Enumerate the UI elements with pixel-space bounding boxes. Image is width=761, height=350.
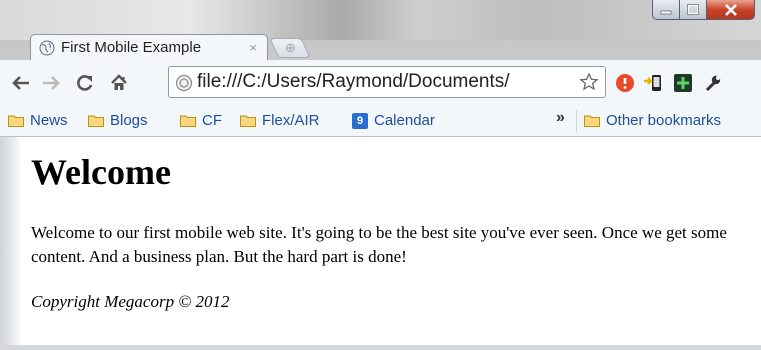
window-left-edge [0,137,20,347]
settings-wrench-button[interactable] [702,72,724,94]
toolbar: file:///C:/Users/Raymond/Documents/ [0,60,761,106]
forward-arrow-icon [43,76,60,90]
tab-close-icon[interactable]: × [249,40,257,55]
globe-icon [39,40,55,55]
browser-window: First Mobile Example × ⊕ file:///C:/User… [0,0,761,350]
minimize-button[interactable] [652,0,680,20]
bookmarks-overflow-chevron[interactable]: » [556,109,565,127]
bookmark-label: Blogs [110,112,148,129]
folder-icon [240,115,256,127]
page-content: Welcome Welcome to our first mobile web … [20,137,761,347]
folder-icon [88,115,104,127]
red-circle-icon [616,74,634,92]
close-window-button[interactable] [707,0,755,20]
bookmark-flex-air[interactable]: Flex/AIR [240,112,320,129]
new-tab-button[interactable]: ⊕ [269,38,311,58]
page-icon [175,74,193,92]
minimize-icon [660,10,672,14]
reload-button[interactable] [74,72,96,94]
forward-button[interactable] [40,72,62,94]
page-heading: Welcome [31,152,171,192]
tab-first-mobile-example[interactable]: First Mobile Example × [30,34,268,60]
home-button[interactable] [108,72,130,94]
tab-title: First Mobile Example [61,39,202,56]
copyright-text: Copyright Megacorp © 2012 [31,292,230,311]
bookmark-label: CF [202,112,222,129]
window-controls [652,0,755,22]
bookmark-news[interactable]: News [8,112,68,129]
bookmark-label: Other bookmarks [606,112,722,129]
close-icon [724,3,737,16]
extension-phone-button[interactable] [642,72,664,94]
back-button[interactable] [10,72,32,94]
maximize-button[interactable] [680,0,707,20]
maximize-icon [687,4,699,15]
back-arrow-icon [12,76,29,90]
bookmark-label: Calendar [374,112,435,129]
extension-red-button[interactable] [614,72,636,94]
page-body-text: Welcome to our first mobile web site. It… [31,223,727,266]
calendar-icon: 9 [352,112,368,129]
bookmark-label: Flex/AIR [262,112,320,129]
bookmark-label: News [30,112,68,129]
plus-icon: ⊕ [284,40,296,55]
bookmark-blogs[interactable]: Blogs [88,112,148,129]
bookmark-cf[interactable]: CF [180,112,222,129]
url-text: file:///C:/Users/Raymond/Documents/ [197,71,510,92]
bookmark-other[interactable]: Other bookmarks [584,112,721,129]
bookmarks-bar: News Blogs CF Flex/AIR 9 Calendar » Othe… [0,106,761,137]
bookmark-calendar[interactable]: 9 Calendar [352,112,435,129]
mobile-phone-icon [644,75,661,91]
tab-strip: First Mobile Example × ⊕ [0,20,761,60]
green-plus-icon [674,74,692,92]
reload-icon [77,75,93,91]
address-bar[interactable]: file:///C:/Users/Raymond/Documents/ [168,66,606,98]
home-icon [111,74,127,90]
folder-icon [180,115,196,127]
wrench-icon [705,75,721,92]
folder-icon [8,115,24,127]
window-bottom-edge [0,345,761,350]
bookmark-star-icon[interactable] [579,72,599,92]
bookmarks-divider [576,110,577,132]
folder-icon [584,115,600,127]
extension-plus-button[interactable] [672,72,694,94]
